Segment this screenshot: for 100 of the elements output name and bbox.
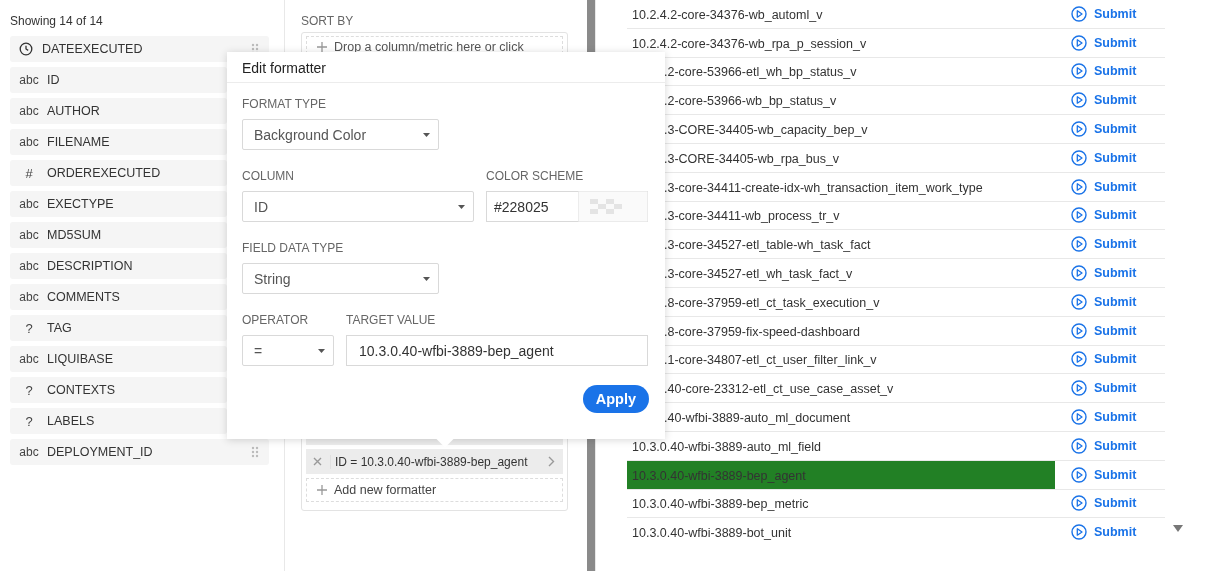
- caret-icon: [423, 276, 430, 281]
- play-icon: [1071, 495, 1087, 512]
- field-label: COLUMN: [242, 169, 295, 183]
- column-item[interactable]: abc COMMENTS: [10, 284, 227, 310]
- drag-handle-icon[interactable]: [251, 446, 259, 458]
- field-label: FORMAT TYPE: [242, 97, 327, 111]
- table-cell-text: .3-core-34411-create-idx-wh_transaction_item_work_type: [663, 179, 984, 197]
- column-select[interactable]: ID: [242, 191, 474, 222]
- submit-button[interactable]: Submit: [1055, 345, 1137, 374]
- column-item[interactable]: abc DESCRIPTION: [10, 253, 227, 279]
- type-label: ?: [24, 382, 34, 398]
- column-item[interactable]: abc MD5SUM: [10, 222, 227, 248]
- operator-select[interactable]: =: [242, 335, 334, 366]
- color-swatch[interactable]: [578, 191, 648, 222]
- data-type-select[interactable]: String: [242, 263, 439, 294]
- play-icon: [1071, 178, 1087, 195]
- chevron-icon: [548, 456, 555, 467]
- column-item[interactable]: abc LIQUIBASE: [10, 346, 227, 372]
- table-cell-text: .8-core-37959-fix-speed-dashboard: [663, 323, 861, 341]
- caret-icon: [458, 204, 465, 209]
- table-cell-text: .3-CORE-34405-wb_rpa_bus_v: [663, 150, 841, 168]
- section-label: SORT BY: [301, 14, 355, 28]
- play-icon: [1071, 293, 1087, 310]
- submit-button[interactable]: Submit: [1055, 259, 1137, 287]
- column-item[interactable]: abc ID: [10, 67, 227, 93]
- column-item[interactable]: abc AUTHOR: [10, 98, 227, 124]
- table-cell-text: 10.2.4.2-core-34376-wb_automl_v: [631, 6, 824, 24]
- submit-button[interactable]: Submit: [1055, 460, 1137, 489]
- table-cell-text: 10.3.0.40-wfbi-3889-auto_ml_field: [631, 438, 822, 456]
- table-cell-text: .2-core-53966-wb_bp_status_v: [663, 93, 838, 111]
- play-icon: [1071, 380, 1087, 397]
- column-item[interactable]: ? CONTEXTS: [10, 377, 227, 403]
- column-item[interactable]: # ORDEREXECUTED: [10, 160, 227, 186]
- play-icon: [1071, 236, 1087, 253]
- remove-icon[interactable]: [313, 457, 322, 466]
- submit-button[interactable]: Submit: [1055, 287, 1137, 316]
- column-item[interactable]: ? TAG: [10, 315, 227, 341]
- apply-button[interactable]: Apply: [582, 385, 649, 413]
- submit-button[interactable]: Submit: [1055, 86, 1137, 115]
- field-label: COLOR SCHEME: [486, 169, 585, 183]
- submit-button[interactable]: Submit: [1055, 316, 1137, 345]
- submit-button[interactable]: Submit: [1055, 431, 1137, 460]
- submit-button[interactable]: Submit: [1055, 57, 1137, 86]
- column-item[interactable]: DATEEXECUTED: [10, 36, 269, 62]
- submit-button[interactable]: Submit: [1055, 489, 1137, 518]
- add-formatter-button[interactable]: Add new formatter: [306, 478, 563, 502]
- submit-button[interactable]: Submit: [1055, 172, 1137, 201]
- submit-button[interactable]: Submit: [1055, 28, 1137, 57]
- play-icon: [1071, 351, 1087, 368]
- submit-button[interactable]: Submit: [1055, 115, 1137, 143]
- play-icon: [1071, 92, 1087, 109]
- caret-icon: [423, 132, 430, 137]
- play-icon: [1071, 63, 1087, 80]
- column-item[interactable]: ? LABELS: [10, 408, 227, 434]
- submit-button[interactable]: Submit: [1055, 0, 1137, 28]
- column-item[interactable]: abc FILENAME: [10, 129, 227, 155]
- play-icon: [1071, 149, 1087, 166]
- type-label: abc: [18, 259, 40, 273]
- table-cell-text: 10.3.0.40-wfbi-3889-bep_metric: [631, 496, 810, 514]
- submit-button[interactable]: Submit: [1055, 403, 1137, 431]
- play-icon: [1071, 524, 1087, 540]
- type-label: abc: [18, 197, 40, 211]
- type-label: abc: [18, 290, 40, 304]
- popover-title: Edit formatter: [227, 52, 665, 83]
- submit-button[interactable]: Submit: [1055, 144, 1137, 172]
- table-cell-text: 10.2.4.2-core-34376-wb_rpa_p_session_v: [631, 35, 868, 53]
- type-label: abc: [18, 135, 40, 149]
- column-item[interactable]: abc EXECTYPE: [10, 191, 227, 217]
- scroll-down-icon[interactable]: [1173, 525, 1183, 532]
- type-label: abc: [18, 73, 40, 87]
- type-label: abc: [18, 352, 40, 366]
- type-label: abc: [18, 228, 40, 242]
- field-label: FIELD DATA TYPE: [242, 241, 345, 255]
- field-label: OPERATOR: [242, 313, 310, 327]
- table-cell-text: .1-core-34807-etl_ct_user_filter_link_v: [663, 352, 878, 370]
- play-icon: [1071, 466, 1087, 483]
- type-label: #: [24, 165, 34, 181]
- target-value-input[interactable]: 10.3.0.40-wfbi-3889-bep_agent: [346, 335, 648, 366]
- play-icon: [1071, 5, 1087, 22]
- play-icon: [1071, 121, 1087, 138]
- table-cell-text: .2-core-53966-etl_wh_bp_status_v: [663, 64, 858, 82]
- play-icon: [1071, 34, 1087, 51]
- field-label: TARGET VALUE: [346, 313, 437, 327]
- table-cell-text: .3-core-34411-wb_process_tr_v: [663, 208, 841, 226]
- clock-icon: [19, 42, 33, 56]
- submit-button[interactable]: Submit: [1055, 230, 1137, 259]
- plus-icon: [317, 485, 327, 495]
- submit-button[interactable]: Submit: [1055, 201, 1137, 230]
- submit-button[interactable]: Submit: [1055, 374, 1137, 403]
- type-label: abc: [18, 104, 40, 118]
- table-cell-text: 10.3.0.40-wfbi-3889-bot_unit: [631, 525, 793, 540]
- format-type-select[interactable]: Background Color: [242, 119, 439, 150]
- submit-button[interactable]: Submit: [1055, 518, 1137, 540]
- table-cell-text: .3-core-34527-etl_wh_task_fact_v: [663, 266, 854, 284]
- table-cell-text: .40-wfbi-3889-auto_ml_document: [663, 410, 852, 428]
- formatter-item[interactable]: ID = 10.3.0.40-wfbi-3889-bep_agent: [306, 449, 563, 474]
- play-icon: [1071, 265, 1087, 282]
- play-icon: [1071, 409, 1087, 426]
- column-item[interactable]: abc DEPLOYMENT_ID: [10, 439, 269, 465]
- type-label: ?: [24, 413, 34, 429]
